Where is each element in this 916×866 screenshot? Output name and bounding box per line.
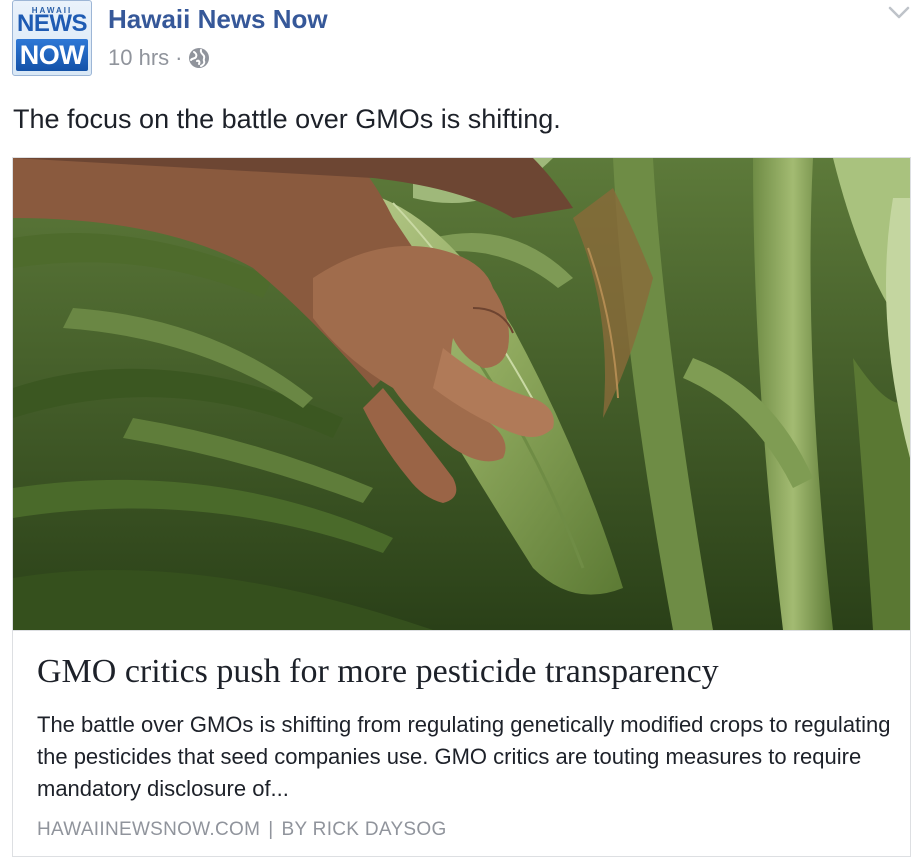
page-avatar[interactable]: HAWAII NEWS NOW <box>12 0 92 76</box>
avatar-news-text: NEWS <box>17 10 88 37</box>
link-headline[interactable]: GMO critics push for more pesticide tran… <box>37 653 897 691</box>
post-timestamp[interactable]: 10 hrs <box>108 45 169 71</box>
page-name-link[interactable]: Hawaii News Now <box>108 4 328 35</box>
link-preview-image[interactable] <box>13 158 910 630</box>
post-message: The focus on the battle over GMOs is shi… <box>13 104 561 134</box>
avatar-now-text: NOW <box>16 39 88 71</box>
link-byline: BY RICK DAYSOG <box>281 819 447 840</box>
link-domain: HAWAIINEWSNOW.COM <box>37 819 261 840</box>
meta-separator: · <box>175 45 183 70</box>
post-meta: 10 hrs · <box>108 44 210 72</box>
link-preview-body[interactable]: GMO critics push for more pesticide tran… <box>13 630 910 856</box>
globe-icon[interactable] <box>188 47 210 69</box>
facebook-post: HAWAII NEWS NOW Hawaii News Now 10 hrs ·… <box>0 0 916 866</box>
link-source: HAWAIINEWSNOW.COM | BY RICK DAYSOG <box>37 819 897 841</box>
source-divider: | <box>268 819 274 840</box>
chevron-down-icon[interactable] <box>888 6 910 20</box>
link-description: The battle over GMOs is shifting from re… <box>37 712 891 801</box>
link-preview-card[interactable]: GMO critics push for more pesticide tran… <box>12 157 911 857</box>
